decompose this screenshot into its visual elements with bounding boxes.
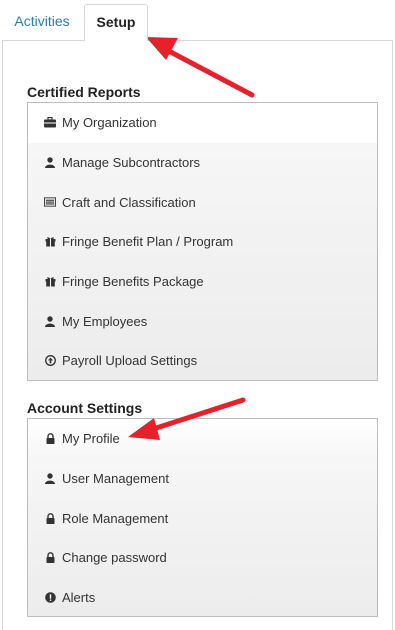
menu-item-label: Alerts — [62, 590, 96, 606]
menu-item-label: User Management — [62, 471, 169, 487]
upload-icon — [44, 355, 56, 367]
gift-icon — [44, 276, 56, 288]
certified-reports-menu: My Organization Manage Subcontractors Cr… — [27, 102, 378, 381]
menu-item-label: Craft and Classification — [62, 194, 196, 210]
menu-item-label: Change password — [62, 550, 167, 566]
tab-bar: Activities Setup — [0, 0, 395, 41]
alert-icon — [44, 592, 56, 604]
menu-item-label: My Organization — [62, 115, 157, 131]
menu-item-label: Fringe Benefit Plan / Program — [62, 234, 234, 250]
menu-item-label: My Employees — [62, 313, 148, 329]
menu-item-fringe-benefits-package[interactable]: Fringe Benefits Package — [28, 262, 377, 302]
menu-item-payroll-upload-settings[interactable]: Payroll Upload Settings — [28, 341, 377, 381]
tab-activities[interactable]: Activities — [0, 4, 84, 40]
menu-item-my-organization[interactable]: My Organization — [28, 103, 377, 143]
menu-item-label: My Profile — [62, 431, 120, 447]
lock-icon — [44, 552, 56, 564]
menu-item-manage-subcontractors[interactable]: Manage Subcontractors — [28, 143, 377, 183]
menu-item-my-employees[interactable]: My Employees — [28, 301, 377, 341]
tab-setup[interactable]: Setup — [84, 4, 148, 41]
menu-item-label: Manage Subcontractors — [62, 155, 201, 171]
menu-item-craft-classification[interactable]: Craft and Classification — [28, 182, 377, 222]
certified-reports-heading: Certified Reports — [27, 84, 141, 100]
gift-icon — [44, 236, 56, 248]
lock-icon — [44, 512, 56, 524]
menu-item-label: Fringe Benefits Package — [62, 274, 204, 290]
account-settings-heading: Account Settings — [27, 400, 143, 416]
user-icon — [44, 157, 56, 169]
menu-item-label: Role Management — [62, 510, 169, 526]
account-settings-menu: My Profile User Management Role Manageme… — [27, 418, 378, 617]
menu-item-fringe-benefit-plan[interactable]: Fringe Benefit Plan / Program — [28, 222, 377, 262]
menu-item-change-password[interactable]: Change password — [28, 538, 377, 578]
list-icon — [44, 196, 56, 208]
menu-item-label: Payroll Upload Settings — [62, 353, 198, 369]
menu-item-role-management[interactable]: Role Management — [28, 498, 377, 538]
menu-item-alerts[interactable]: Alerts — [28, 578, 377, 618]
menu-item-user-management[interactable]: User Management — [28, 459, 377, 499]
briefcase-icon — [44, 117, 56, 129]
user-icon — [44, 473, 56, 485]
user-icon — [44, 315, 56, 327]
lock-icon — [44, 433, 56, 445]
menu-item-my-profile[interactable]: My Profile — [28, 419, 377, 459]
